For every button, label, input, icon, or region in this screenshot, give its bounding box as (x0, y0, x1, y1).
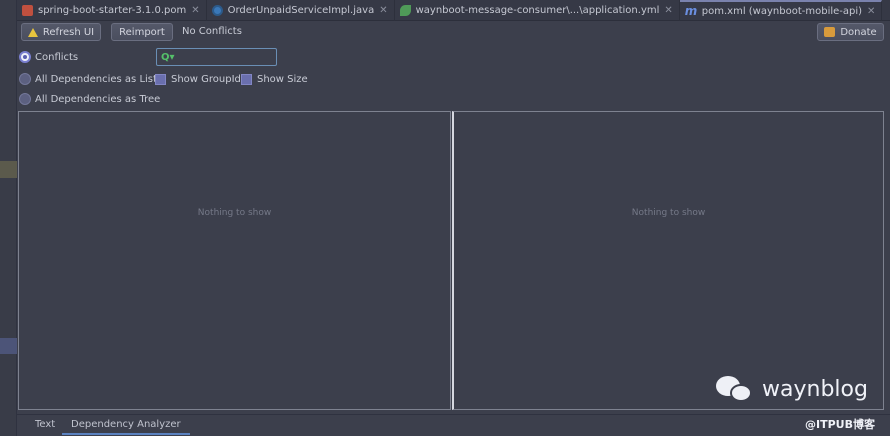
tab-application-yml[interactable]: waynboot-message-consumer\...\applicatio… (395, 0, 680, 21)
radio-icon (19, 73, 31, 85)
tab-text[interactable]: Text (26, 418, 64, 435)
conflict-status: No Conflicts (182, 26, 242, 37)
donate-button[interactable]: Donate (817, 23, 884, 41)
tab-label: waynboot-message-consumer\...\applicatio… (415, 5, 660, 16)
radio-icon (19, 93, 31, 105)
maven-file-icon (22, 5, 33, 16)
empty-state-text: Nothing to show (197, 208, 272, 218)
donate-label: Donate (840, 26, 877, 38)
empty-state-text: Nothing to show (631, 208, 706, 218)
reimport-button[interactable]: Reimport (111, 23, 173, 41)
tab-label: spring-boot-starter-3.1.0.pom (38, 5, 187, 16)
editor-tab-bar: spring-boot-starter-3.1.0.pom ✕ OrderUnp… (17, 0, 890, 21)
watermark-brand: waynblog (762, 376, 868, 402)
refresh-ui-button[interactable]: Refresh UI (21, 23, 101, 41)
close-icon[interactable]: ✕ (379, 5, 387, 16)
warning-icon (27, 27, 38, 37)
show-size-label: Show Size (257, 74, 308, 85)
wechat-icon (716, 374, 754, 404)
bottom-tab-bar: Text Dependency Analyzer (17, 414, 890, 436)
show-size-checkbox[interactable]: Show Size (241, 74, 308, 85)
conflicts-label: Conflicts (35, 51, 79, 63)
refresh-ui-label: Refresh UI (42, 26, 95, 38)
tab-label: pom.xml (waynboot-mobile-api) (701, 6, 863, 17)
show-groupid-label: Show GroupId (171, 74, 241, 85)
tab-pom-xml[interactable]: m pom.xml (waynboot-mobile-api) ✕ (679, 0, 883, 21)
reimport-label: Reimport (119, 26, 165, 38)
watermark-source: @ITPUB博客 (805, 418, 875, 431)
watermark: waynblog (716, 374, 868, 404)
as-list-label: All Dependencies as List (35, 73, 157, 85)
radio-selected-icon (19, 51, 31, 63)
all-dependencies-list-radio[interactable]: All Dependencies as List (19, 73, 157, 85)
tab-label: OrderUnpaidServiceImpl.java (227, 5, 375, 16)
dependency-list-panel[interactable]: Nothing to show (18, 111, 451, 410)
checkbox-icon (241, 74, 252, 85)
close-icon[interactable]: ✕ (664, 5, 672, 16)
gutter-marker (0, 161, 17, 178)
tab-spring-boot-starter-pom[interactable]: spring-boot-starter-3.1.0.pom ✕ (17, 0, 207, 21)
as-tree-label: All Dependencies as Tree (35, 93, 161, 105)
donate-icon (824, 27, 836, 37)
checkbox-icon (155, 74, 166, 85)
tab-dependency-analyzer[interactable]: Dependency Analyzer (62, 418, 190, 435)
gutter-marker (0, 338, 17, 354)
close-icon[interactable]: ✕ (191, 5, 199, 16)
all-dependencies-tree-radio[interactable]: All Dependencies as Tree (19, 93, 160, 105)
analyzer-toolbar: Refresh UI Reimport No Conflicts Donate (17, 21, 890, 46)
conflicts-radio[interactable]: Conflicts (19, 51, 78, 63)
maven-m-icon: m (684, 4, 698, 18)
dependency-detail-panel[interactable]: Nothing to show (452, 111, 884, 410)
tab-order-unpaid-service-impl[interactable]: OrderUnpaidServiceImpl.java ✕ (207, 0, 395, 21)
close-icon[interactable]: ✕ (867, 6, 875, 17)
show-groupid-checkbox[interactable]: Show GroupId (155, 74, 241, 85)
yml-file-icon (399, 5, 411, 16)
search-icon: Q▾ (161, 51, 175, 63)
search-input[interactable]: Q▾ (156, 48, 277, 66)
editor-gutter (0, 0, 17, 436)
java-class-icon (211, 5, 223, 16)
